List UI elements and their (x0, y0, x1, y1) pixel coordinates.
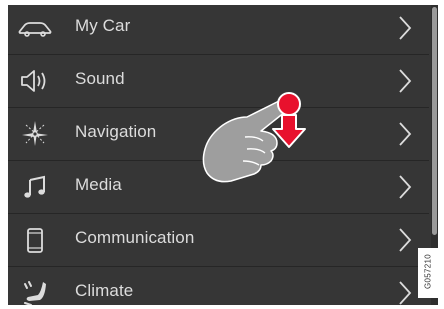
menu-item-label: Media (75, 175, 122, 194)
hand-swipe-down-icon (191, 85, 321, 195)
menu-item-label: Navigation (75, 122, 157, 141)
scrollbar-thumb[interactable] (432, 7, 437, 235)
phone-icon (16, 222, 54, 258)
speaker-icon (16, 63, 54, 99)
menu-item-climate[interactable]: Climate (8, 267, 429, 305)
chevron-right-icon (396, 120, 414, 148)
figure-code: G057210 (418, 248, 438, 298)
climate-seat-icon (16, 275, 54, 305)
navigation-icon (16, 116, 54, 152)
menu-item-label: My Car (75, 16, 131, 35)
menu-item-communication[interactable]: Communication (8, 214, 429, 267)
menu-item-label: Climate (75, 281, 134, 300)
chevron-right-icon (396, 173, 414, 201)
car-icon (16, 10, 54, 46)
chevron-right-icon (396, 279, 414, 305)
music-note-icon (16, 169, 54, 205)
menu-item-label: Communication (75, 228, 195, 247)
infotainment-screen: My Car Sound Navigation Media Communicat… (8, 5, 438, 305)
chevron-right-icon (396, 226, 414, 254)
chevron-right-icon (396, 14, 414, 42)
chevron-right-icon (396, 67, 414, 95)
figure-code-label: G057210 (423, 253, 433, 290)
menu-item-label: Sound (75, 69, 125, 88)
menu-item-my-car[interactable]: My Car (8, 5, 429, 55)
